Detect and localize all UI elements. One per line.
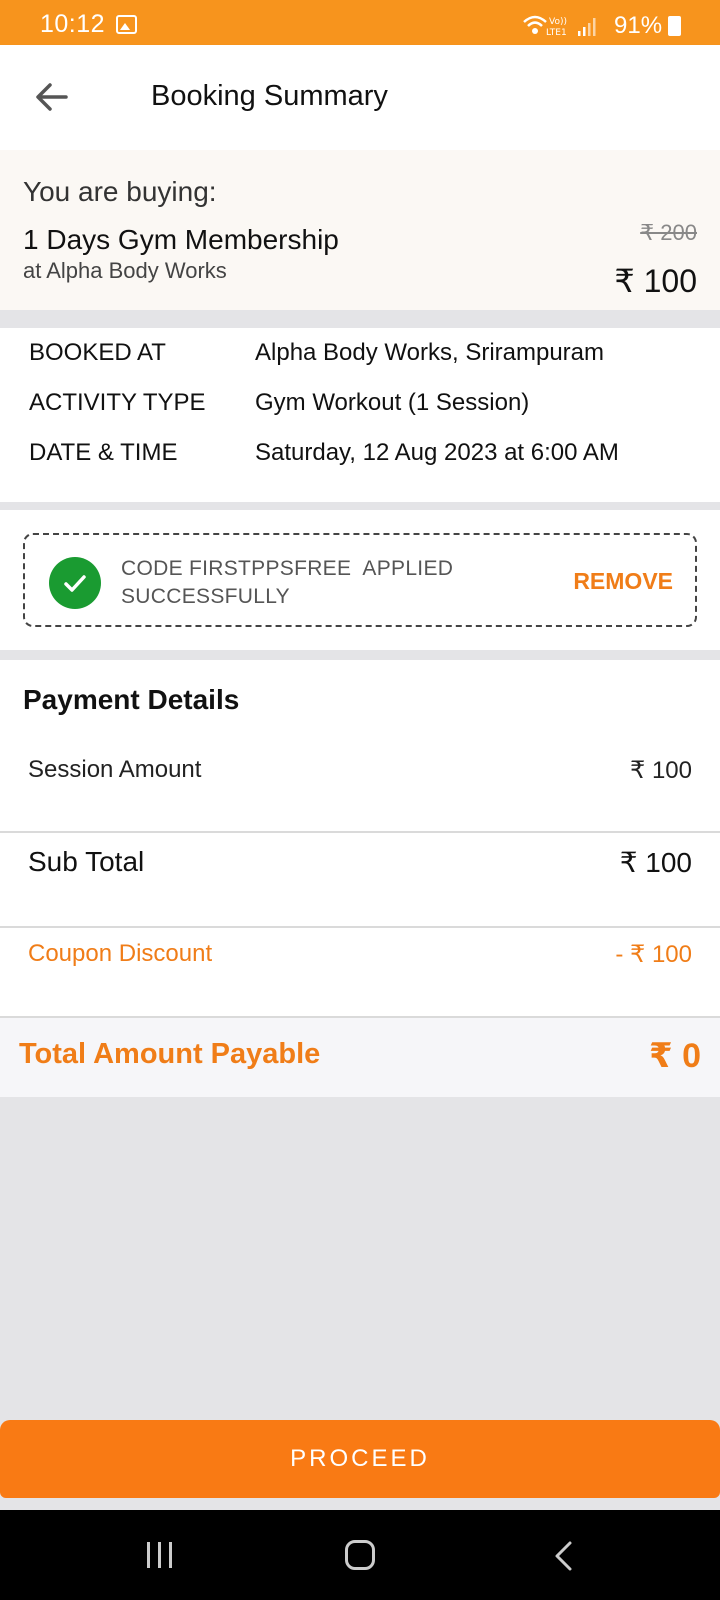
- battery-icon: [668, 16, 681, 36]
- svg-text:Vo)): Vo)): [549, 17, 567, 27]
- coupon-message: CODE FIRSTPPSFREE APPLIED SUCCESSFULLY: [121, 555, 453, 611]
- coupon-section: CODE FIRSTPPSFREE APPLIED SUCCESSFULLY R…: [0, 510, 720, 650]
- back-arrow-icon[interactable]: [32, 77, 72, 117]
- payment-heading: Payment Details: [23, 684, 240, 715]
- discount-value: - ₹ 100: [615, 941, 692, 968]
- coupon-message-line1: CODE FIRSTPPSFREE APPLIED: [121, 557, 454, 580]
- payment-details: Payment Details Session Amount ₹ 100 Sub…: [0, 660, 720, 1097]
- original-price: ₹ 200: [640, 220, 697, 245]
- discount-label: Coupon Discount: [28, 940, 213, 967]
- divider: [0, 926, 720, 928]
- svg-text:LTE1: LTE1: [546, 28, 567, 38]
- status-bar: 10:12 Vo)) LTE1 91%: [0, 0, 720, 45]
- home-icon[interactable]: [345, 1540, 375, 1570]
- check-circle-icon: [49, 557, 101, 609]
- detail-key: DATE & TIME: [29, 439, 178, 466]
- session-amount-label: Session Amount: [28, 756, 202, 783]
- status-time: 10:12: [40, 10, 106, 38]
- subtotal-label: Sub Total: [28, 846, 145, 877]
- recents-icon[interactable]: [145, 1540, 175, 1575]
- divider: [0, 831, 720, 833]
- plan-venue: at Alpha Body Works: [23, 258, 227, 283]
- detail-value: Saturday, 12 Aug 2023 at 6:00 AM: [255, 439, 619, 466]
- detail-value: Gym Workout (1 Session): [255, 389, 530, 416]
- discounted-price: ₹ 100: [614, 263, 697, 299]
- session-amount-value: ₹ 100: [630, 757, 692, 784]
- gallery-notification-icon: [116, 15, 137, 34]
- booking-details: BOOKED AT Alpha Body Works, Srirampuram …: [0, 328, 720, 502]
- plan-name: 1 Days Gym Membership: [23, 224, 339, 255]
- coupon-message-line2: SUCCESSFULLY: [121, 585, 290, 608]
- total-value: ₹ 0: [648, 1037, 701, 1075]
- purchase-summary: You are buying: 1 Days Gym Membership at…: [0, 150, 720, 310]
- detail-key: ACTIVITY TYPE: [29, 389, 206, 416]
- remove-coupon-button[interactable]: REMOVE: [573, 568, 673, 595]
- app-bar: Booking Summary: [0, 45, 720, 150]
- total-payable-row: Total Amount Payable ₹ 0: [0, 1018, 720, 1097]
- detail-key: BOOKED AT: [29, 339, 166, 366]
- page-title: Booking Summary: [151, 80, 388, 112]
- battery-percent: 91%: [614, 12, 663, 39]
- back-nav-icon[interactable]: [552, 1540, 576, 1577]
- total-label: Total Amount Payable: [19, 1038, 321, 1070]
- wifi-signal-icon: Vo)) LTE1: [522, 13, 608, 44]
- coupon-applied-card: CODE FIRSTPPSFREE APPLIED SUCCESSFULLY R…: [23, 533, 697, 627]
- detail-value: Alpha Body Works, Srirampuram: [255, 339, 605, 366]
- subtotal-value: ₹ 100: [619, 847, 692, 878]
- system-nav-bar: [0, 1510, 720, 1600]
- buying-label: You are buying:: [23, 176, 217, 207]
- proceed-button[interactable]: PROCEED: [0, 1420, 720, 1498]
